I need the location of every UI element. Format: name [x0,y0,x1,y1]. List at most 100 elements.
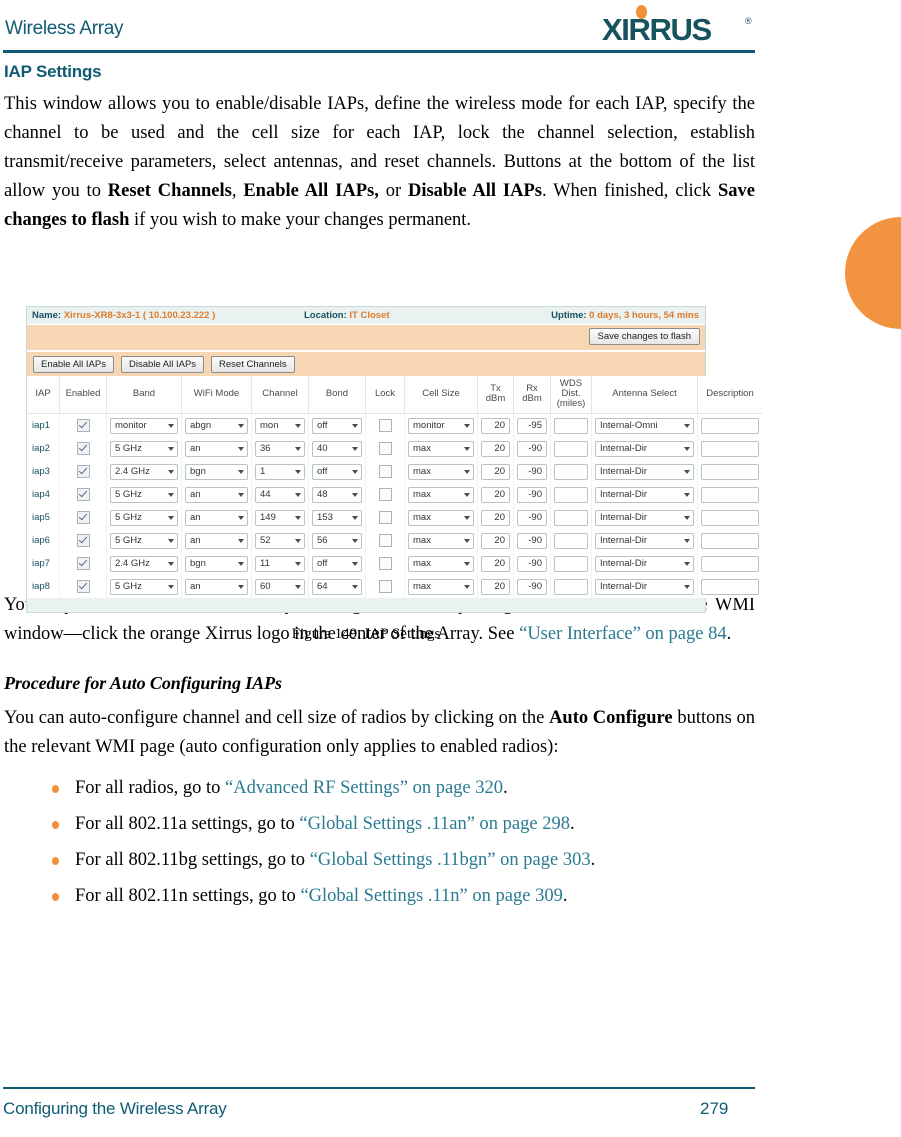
link-global-settings-11an[interactable]: “Global Settings .11an” on page 298 [299,814,570,834]
lock-checkbox-iap1[interactable] [378,419,392,432]
bond-select-iap3[interactable]: off [312,463,362,480]
enable-all-iaps-button[interactable]: Enable All IAPs [33,356,114,373]
cell-size-select-iap5[interactable]: max [408,509,474,526]
wds-dist-input-iap7[interactable] [554,555,588,572]
wifi-mode-select-iap4[interactable]: an [185,486,248,503]
description-input-iap4[interactable] [701,486,759,503]
tx-dbm-input-iap4[interactable]: 20 [481,486,510,503]
band-select-iap1[interactable]: monitor [110,417,178,434]
enabled-checkbox-iap1[interactable] [76,419,90,432]
channel-select-iap5[interactable]: 149 [255,509,305,526]
cell-size-select-iap8[interactable]: max [408,578,474,595]
wds-dist-input-iap6[interactable] [554,532,588,549]
enabled-checkbox-iap8[interactable] [76,580,90,593]
antenna-select-iap8[interactable]: Internal-Dir [595,578,694,595]
wifi-mode-select-iap7[interactable]: bgn [185,555,248,572]
lock-checkbox-iap8[interactable] [378,580,392,593]
reset-channels-button[interactable]: Reset Channels [211,356,295,373]
channel-select-iap6[interactable]: 52 [255,532,305,549]
description-input-iap1[interactable] [701,417,759,434]
cell-size-select-iap4[interactable]: max [408,486,474,503]
rx-dbm-input-iap4[interactable]: -90 [517,486,547,503]
description-input-iap8[interactable] [701,578,759,595]
link-global-settings-11bgn[interactable]: “Global Settings .11bgn” on page 303 [310,850,591,870]
wifi-mode-select-iap3[interactable]: bgn [185,463,248,480]
band-select-iap2[interactable]: 5 GHz [110,440,178,457]
wds-dist-input-iap8[interactable] [554,578,588,595]
channel-select-iap8[interactable]: 60 [255,578,305,595]
tx-dbm-input-iap7[interactable]: 20 [481,555,510,572]
tx-dbm-input-iap5[interactable]: 20 [481,509,510,526]
bond-select-iap7[interactable]: off [312,555,362,572]
wds-dist-input-iap5[interactable] [554,509,588,526]
bond-select-iap2[interactable]: 40 [312,440,362,457]
link-advanced-rf-settings[interactable]: “Advanced RF Settings” on page 320 [225,778,503,798]
cell-size-select-iap3[interactable]: max [408,463,474,480]
rx-dbm-input-iap8[interactable]: -90 [517,578,547,595]
cell-size-select-iap2[interactable]: max [408,440,474,457]
antenna-select-iap3[interactable]: Internal-Dir [595,463,694,480]
channel-select-iap7[interactable]: 11 [255,555,305,572]
bond-select-iap4[interactable]: 48 [312,486,362,503]
wifi-mode-select-iap1[interactable]: abgn [185,417,248,434]
link-global-settings-11n[interactable]: “Global Settings .11n” on page 309 [300,886,562,906]
wds-dist-input-iap4[interactable] [554,486,588,503]
band-select-iap5[interactable]: 5 GHz [110,509,178,526]
wds-dist-input-iap3[interactable] [554,463,588,480]
bond-select-iap6[interactable]: 56 [312,532,362,549]
rx-dbm-input-iap1[interactable]: -95 [517,417,547,434]
save-changes-to-flash-button[interactable]: Save changes to flash [588,328,700,345]
rx-dbm-input-iap2[interactable]: -90 [517,440,547,457]
lock-checkbox-iap3[interactable] [378,465,392,478]
tx-dbm-input-iap2[interactable]: 20 [481,440,510,457]
lock-checkbox-iap6[interactable] [378,534,392,547]
bond-select-iap5[interactable]: 153 [312,509,362,526]
band-select-iap4[interactable]: 5 GHz [110,486,178,503]
disable-all-iaps-button[interactable]: Disable All IAPs [120,356,205,373]
wds-dist-input-iap1[interactable] [554,417,588,434]
wifi-mode-select-iap5[interactable]: an [185,509,248,526]
antenna-select-iap7[interactable]: Internal-Dir [595,555,694,572]
band-select-iap3[interactable]: 2.4 GHz [110,463,178,480]
enabled-checkbox-iap3[interactable] [76,465,90,478]
antenna-select-iap5[interactable]: Internal-Dir [595,509,694,526]
channel-select-iap2[interactable]: 36 [255,440,305,457]
lock-checkbox-iap5[interactable] [378,511,392,524]
tx-dbm-input-iap6[interactable]: 20 [481,532,510,549]
bond-select-iap1[interactable]: off [312,417,362,434]
antenna-select-iap6[interactable]: Internal-Dir [595,532,694,549]
cell-size-select-iap7[interactable]: max [408,555,474,572]
enabled-checkbox-iap6[interactable] [76,534,90,547]
tx-dbm-input-iap3[interactable]: 20 [481,463,510,480]
antenna-select-iap2[interactable]: Internal-Dir [595,440,694,457]
lock-checkbox-iap2[interactable] [378,442,392,455]
enabled-checkbox-iap5[interactable] [76,511,90,524]
band-select-iap7[interactable]: 2.4 GHz [110,555,178,572]
rx-dbm-input-iap5[interactable]: -90 [517,509,547,526]
wifi-mode-select-iap6[interactable]: an [185,532,248,549]
antenna-select-iap4[interactable]: Internal-Dir [595,486,694,503]
description-input-iap3[interactable] [701,463,759,480]
wifi-mode-select-iap8[interactable]: an [185,578,248,595]
description-input-iap6[interactable] [701,532,759,549]
channel-select-iap3[interactable]: 1 [255,463,305,480]
antenna-select-iap1[interactable]: Internal-Omni [595,417,694,434]
description-input-iap7[interactable] [701,555,759,572]
enabled-checkbox-iap2[interactable] [76,442,90,455]
wifi-mode-select-iap2[interactable]: an [185,440,248,457]
lock-checkbox-iap7[interactable] [378,557,392,570]
tx-dbm-input-iap8[interactable]: 20 [481,578,510,595]
cell-size-select-iap6[interactable]: max [408,532,474,549]
enabled-checkbox-iap7[interactable] [76,557,90,570]
rx-dbm-input-iap7[interactable]: -90 [517,555,547,572]
cell-size-select-iap1[interactable]: monitor [408,417,474,434]
tx-dbm-input-iap1[interactable]: 20 [481,417,510,434]
rx-dbm-input-iap6[interactable]: -90 [517,532,547,549]
channel-select-iap1[interactable]: mon [255,417,305,434]
band-select-iap6[interactable]: 5 GHz [110,532,178,549]
bond-select-iap8[interactable]: 64 [312,578,362,595]
enabled-checkbox-iap4[interactable] [76,488,90,501]
wds-dist-input-iap2[interactable] [554,440,588,457]
band-select-iap8[interactable]: 5 GHz [110,578,178,595]
description-input-iap5[interactable] [701,509,759,526]
